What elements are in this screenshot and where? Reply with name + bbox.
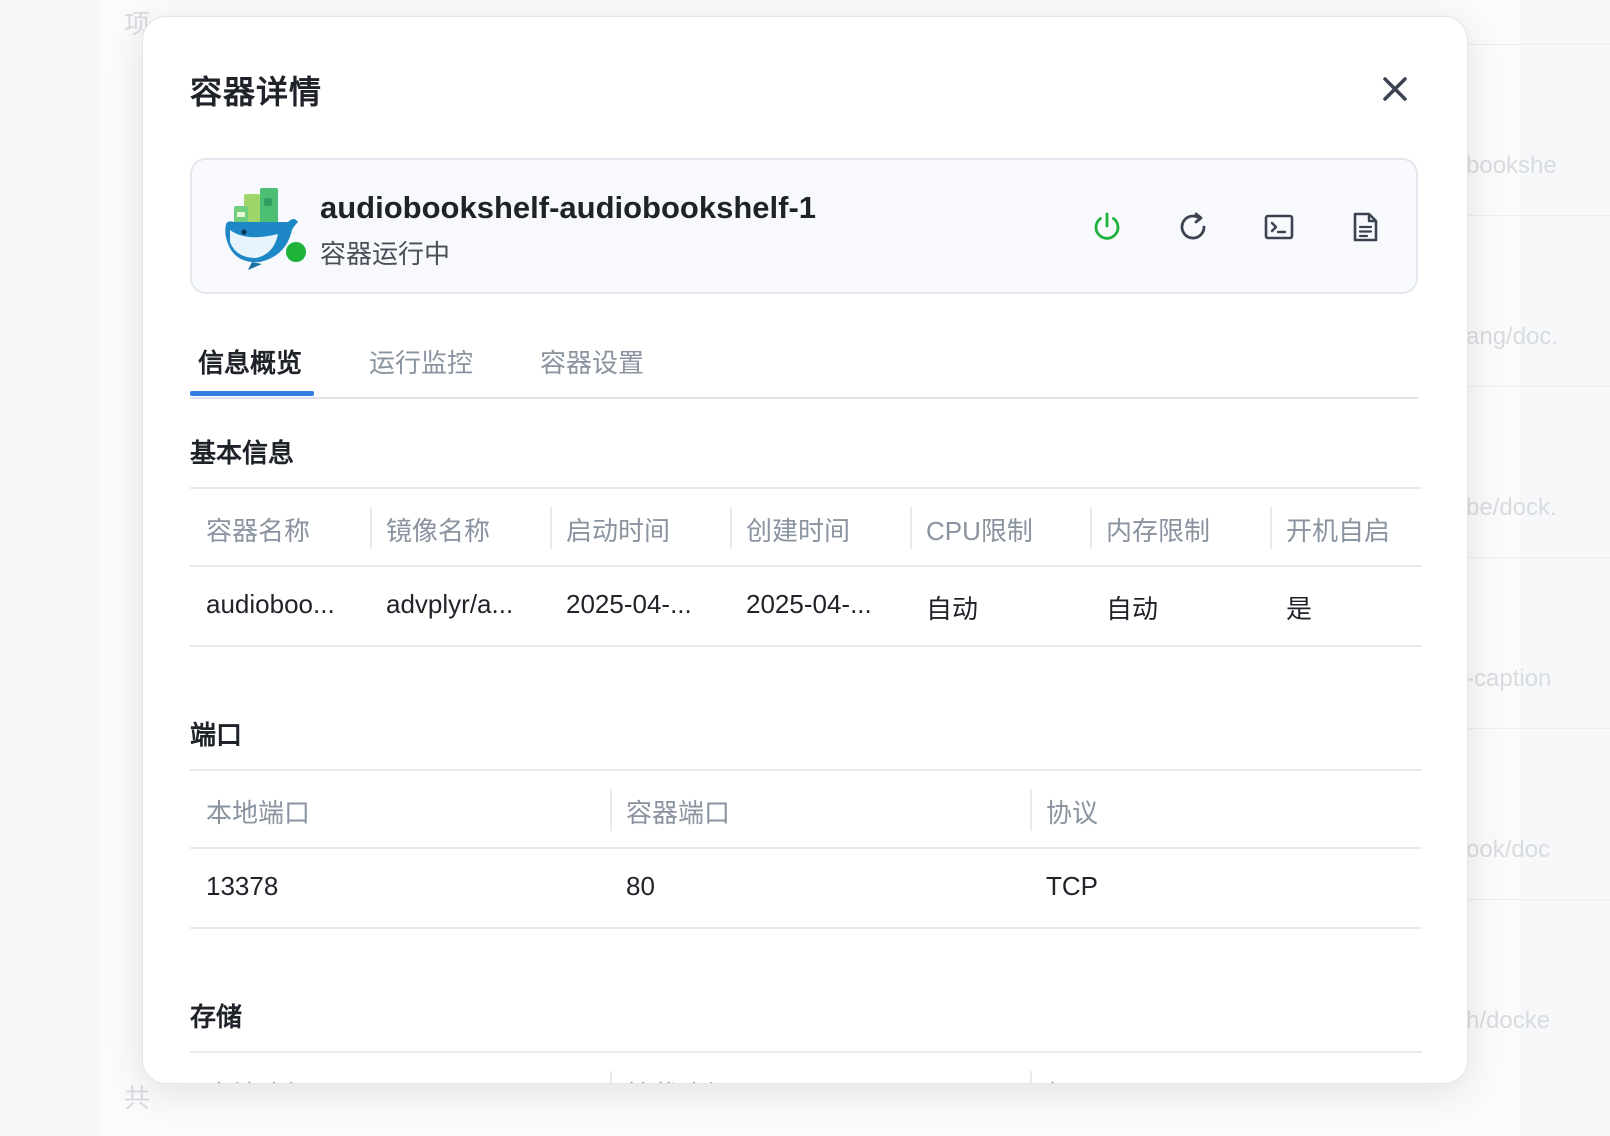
column-separator [1030, 789, 1032, 831]
background-divider [1466, 899, 1610, 900]
column-header: 容器名称 [206, 516, 311, 546]
background-text: 共 [124, 1083, 151, 1113]
column-header: 镜像名称 [386, 516, 491, 546]
basic-info-title: 基本信息 [190, 438, 295, 468]
column-separator [610, 789, 612, 831]
background-divider [1466, 215, 1610, 216]
terminal-icon [1264, 214, 1294, 240]
cell-autostart: 是 [1286, 594, 1313, 624]
cell-start-time: 2025-04-... [566, 589, 692, 619]
container-name: audiobookshelf-audiobookshelf-1 [320, 190, 817, 225]
ports-title: 端口 [190, 720, 243, 750]
column-header: 挂载路径 [626, 1075, 730, 1083]
column-separator [1270, 507, 1272, 549]
background-text: be/dock. [1466, 494, 1557, 521]
cell-local-port: 13378 [206, 871, 279, 901]
restart-icon [1180, 212, 1206, 240]
column-separator [550, 507, 552, 549]
container-summary-card: audiobookshelf-audiobookshelf-1 容器运行中 [190, 158, 1418, 294]
cell-image-name: advplyr/a... [386, 589, 514, 619]
column-header: 本地路径 [206, 1075, 310, 1083]
column-header: 内存限制 [1106, 516, 1211, 546]
cell-container-name: audioboo... [206, 589, 335, 619]
column-header: 启动时间 [566, 516, 671, 546]
background-text: ang/doc. [1466, 323, 1559, 350]
background-text: h/docke [1466, 1007, 1551, 1034]
cell-container-port: 80 [626, 871, 655, 901]
dialog-title: 容器详情 [190, 74, 323, 110]
cell-cpu-limit: 自动 [926, 594, 979, 624]
table-row: audioboo... advplyr/a... 2025-04-... 202… [190, 567, 1422, 647]
stop-container-button[interactable] [1090, 210, 1124, 244]
background-divider [1466, 728, 1610, 729]
close-icon [1383, 77, 1407, 101]
table-header: 本地端口 容器端口 协议 [190, 769, 1422, 849]
background-divider [1466, 386, 1610, 387]
column-separator [910, 507, 912, 549]
column-separator [610, 1071, 612, 1083]
column-header: 容器端口 [626, 798, 731, 828]
running-status-dot [284, 240, 308, 264]
storage-title: 存储 [190, 1002, 243, 1032]
background-text: -caption [1466, 665, 1552, 692]
view-logs-button[interactable] [1348, 210, 1382, 244]
column-header: 本地端口 [206, 798, 311, 828]
table-row: 13378 80 TCP [190, 849, 1422, 929]
column-header: 协议 [1046, 798, 1099, 828]
column-header: 创建时间 [746, 516, 851, 546]
open-terminal-button[interactable] [1262, 210, 1296, 244]
detail-tabs: 信息概览 运行监控 容器设置 [190, 339, 1418, 399]
table-header: 本地路径 挂载路径 权限 [190, 1051, 1422, 1083]
column-separator [1090, 507, 1092, 549]
close-button[interactable] [1375, 69, 1415, 109]
column-header: CPU限制 [926, 516, 1033, 546]
cell-created-time: 2025-04-... [746, 589, 872, 619]
cell-protocol: TCP [1046, 871, 1098, 901]
table-header: 容器名称 镜像名称 启动时间 创建时间 CPU限制 内存限制 开机自启 [190, 487, 1422, 567]
log-file-icon [1353, 212, 1378, 242]
background-divider [1466, 44, 1610, 45]
column-separator [1030, 1071, 1032, 1083]
tab-overview[interactable]: 信息概览 [198, 343, 302, 380]
cell-memory-limit: 自动 [1106, 594, 1159, 624]
column-separator [730, 507, 732, 549]
column-header: 开机自启 [1286, 516, 1391, 546]
container-status-text: 容器运行中 [320, 239, 451, 269]
restart-container-button[interactable] [1176, 210, 1210, 244]
column-header: 权限 [1046, 1075, 1098, 1083]
background-divider [1466, 557, 1610, 558]
tab-monitoring[interactable]: 运行监控 [369, 343, 473, 380]
active-tab-indicator [190, 391, 314, 396]
column-separator [370, 507, 372, 549]
background-text: ook/doc [1466, 836, 1551, 863]
background-text: bookshe [1466, 152, 1557, 179]
tab-settings[interactable]: 容器设置 [540, 343, 644, 380]
power-icon [1094, 212, 1120, 240]
container-detail-dialog: 容器详情 audiobookshelf-audiobookshelf-1 容器运… [142, 16, 1468, 1084]
